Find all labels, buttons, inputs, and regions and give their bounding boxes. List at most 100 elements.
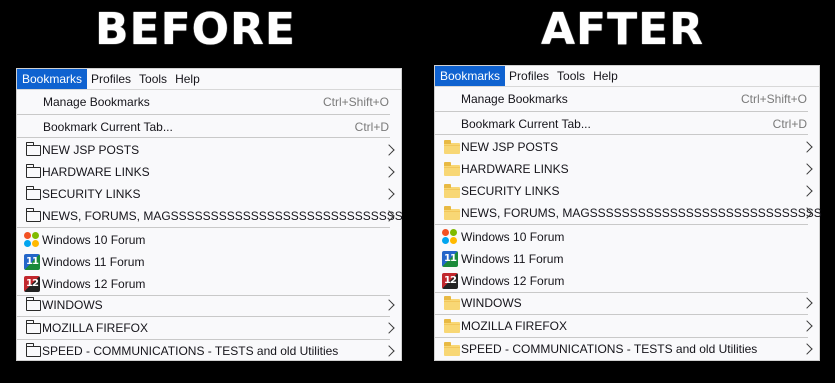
bookmark-label: Windows 10 Forum <box>42 233 146 247</box>
folder-security-links[interactable]: SECURITY LINKS <box>17 183 401 205</box>
folder-icon <box>444 162 460 176</box>
bookmark-current-tab-item[interactable]: Bookmark Current Tab... Ctrl+D <box>17 116 401 138</box>
bookmark-windows-12-forum[interactable]: 12 Windows 12 Forum <box>435 270 819 292</box>
chevron-right-icon <box>801 297 813 309</box>
after-panel: Bookmarks Profiles Tools Help Manage Boo… <box>434 65 822 361</box>
bookmark-windows-10-forum[interactable]: Windows 10 Forum <box>435 226 819 248</box>
folder-label: HARDWARE LINKS <box>42 165 150 179</box>
chevron-right-icon <box>801 141 813 153</box>
manage-bookmarks-shortcut: Ctrl+Shift+O <box>322 95 389 109</box>
before-heading: BEFORE <box>95 4 296 55</box>
folder-label: NEW JSP POSTS <box>461 140 559 154</box>
folder-icon <box>444 140 460 154</box>
folder-label: MOZILLA FIREFOX <box>42 321 149 335</box>
menu-profiles[interactable]: Profiles <box>87 69 135 89</box>
folder-icon <box>444 206 460 220</box>
folder-mozilla-firefox[interactable]: MOZILLA FIREFOX <box>17 317 401 339</box>
chevron-right-icon <box>801 343 813 355</box>
bookmarks-dropdown: Manage Bookmarks Ctrl+Shift+O Bookmark C… <box>435 86 822 360</box>
bookmark-label: Windows 11 Forum <box>461 252 564 266</box>
bookmarks-dropdown: Manage Bookmarks Ctrl+Shift+O Bookmark C… <box>17 89 403 362</box>
bookmark-current-tab-shortcut: Ctrl+D <box>354 120 389 134</box>
folder-label: HARDWARE LINKS <box>461 162 569 176</box>
folder-windows[interactable]: WINDOWS <box>435 292 819 314</box>
bookmark-current-tab-item[interactable]: Bookmark Current Tab... Ctrl+D <box>435 113 819 135</box>
menubar: Bookmarks Profiles Tools Help <box>435 66 819 86</box>
folder-label: WINDOWS <box>461 296 522 310</box>
folder-label: NEW JSP POSTS <box>42 143 140 157</box>
windows-12-forum-icon: 12 <box>442 273 458 289</box>
folder-label: SECURITY LINKS <box>42 187 141 201</box>
menu-bookmarks[interactable]: Bookmarks <box>17 69 88 89</box>
folder-icon <box>444 296 460 310</box>
folder-label: WINDOWS <box>42 298 103 312</box>
manage-bookmarks-item[interactable]: Manage Bookmarks Ctrl+Shift+O <box>435 88 819 110</box>
manage-bookmarks-label: Manage Bookmarks <box>461 92 568 106</box>
bookmark-current-tab-label: Bookmark Current Tab... <box>461 117 591 131</box>
bookmark-windows-11-forum[interactable]: 11 Windows 11 Forum <box>435 248 819 270</box>
manage-bookmarks-shortcut: Ctrl+Shift+O <box>740 92 807 106</box>
menu-tools[interactable]: Tools <box>553 66 589 86</box>
folder-news-forums[interactable]: NEWS, FORUMS, MAGSSSSSSSSSSSSSSSSSSSSSSS… <box>17 205 403 227</box>
chevron-right-icon <box>383 166 395 178</box>
bookmark-label: Windows 11 Forum <box>42 255 145 269</box>
folder-icon <box>25 142 41 156</box>
separator <box>17 137 390 138</box>
folder-hardware-links[interactable]: HARDWARE LINKS <box>17 161 401 183</box>
chevron-right-icon <box>383 144 395 156</box>
separator <box>17 114 390 115</box>
folder-label: NEWS, FORUMS, MAGSSSSSSSSSSSSSSSSSSSSSSS… <box>42 209 403 223</box>
menu-profiles[interactable]: Profiles <box>505 66 553 86</box>
before-panel: Bookmarks Profiles Tools Help Manage Boo… <box>16 68 403 362</box>
bookmark-current-tab-shortcut: Ctrl+D <box>772 117 807 131</box>
folder-icon <box>444 342 460 356</box>
folder-label: MOZILLA FIREFOX <box>461 319 568 333</box>
chevron-right-icon <box>801 320 813 332</box>
separator <box>435 224 808 225</box>
after-heading: AFTER <box>541 4 705 55</box>
separator <box>17 227 390 228</box>
menu-help[interactable]: Help <box>171 69 204 89</box>
folder-mozilla-firefox[interactable]: MOZILLA FIREFOX <box>435 315 819 337</box>
menu-bookmarks[interactable]: Bookmarks <box>435 66 506 86</box>
windows-12-forum-icon: 12 <box>24 276 40 292</box>
chevron-right-icon <box>801 163 813 175</box>
bookmark-label: Windows 12 Forum <box>42 277 146 291</box>
folder-icon <box>25 343 41 357</box>
chevron-right-icon <box>383 188 395 200</box>
folder-hardware-links[interactable]: HARDWARE LINKS <box>435 158 819 180</box>
chevron-right-icon <box>383 345 395 357</box>
folder-label: NEWS, FORUMS, MAGSSSSSSSSSSSSSSSSSSSSSSS… <box>461 206 822 220</box>
bookmark-windows-12-forum[interactable]: 12 Windows 12 Forum <box>17 273 401 295</box>
folder-new-jsp-posts[interactable]: NEW JSP POSTS <box>17 139 401 161</box>
manage-bookmarks-item[interactable]: Manage Bookmarks Ctrl+Shift+O <box>17 91 401 113</box>
folder-icon <box>25 164 41 178</box>
folder-icon <box>444 319 460 333</box>
folder-icon <box>25 320 41 334</box>
folder-icon <box>25 208 41 222</box>
bookmark-label: Windows 12 Forum <box>461 274 565 288</box>
separator <box>435 134 808 135</box>
bookmark-windows-11-forum[interactable]: 11 Windows 11 Forum <box>17 251 401 273</box>
windows-10-forum-icon <box>24 232 40 248</box>
menu-tools[interactable]: Tools <box>135 69 171 89</box>
folder-news-forums[interactable]: NEWS, FORUMS, MAGSSSSSSSSSSSSSSSSSSSSSSS… <box>435 202 822 224</box>
folder-security-links[interactable]: SECURITY LINKS <box>435 180 819 202</box>
separator <box>435 111 808 112</box>
windows-11-forum-icon: 11 <box>24 254 40 270</box>
folder-windows[interactable]: WINDOWS <box>17 294 401 316</box>
chevron-right-icon <box>801 185 813 197</box>
chevron-right-icon <box>383 322 395 334</box>
bookmark-label: Windows 10 Forum <box>461 230 565 244</box>
folder-new-jsp-posts[interactable]: NEW JSP POSTS <box>435 136 819 158</box>
folder-speed-communications[interactable]: SPEED - COMMUNICATIONS - TESTS and old U… <box>435 338 819 360</box>
menu-help[interactable]: Help <box>589 66 622 86</box>
folder-icon <box>25 186 41 200</box>
bookmark-windows-10-forum[interactable]: Windows 10 Forum <box>17 229 401 251</box>
folder-label: SECURITY LINKS <box>461 184 560 198</box>
menubar: Bookmarks Profiles Tools Help <box>17 69 401 89</box>
windows-10-forum-icon <box>442 229 458 245</box>
folder-label: SPEED - COMMUNICATIONS - TESTS and old U… <box>42 344 339 358</box>
folder-icon <box>444 184 460 198</box>
folder-speed-communications[interactable]: SPEED - COMMUNICATIONS - TESTS and old U… <box>17 340 401 362</box>
